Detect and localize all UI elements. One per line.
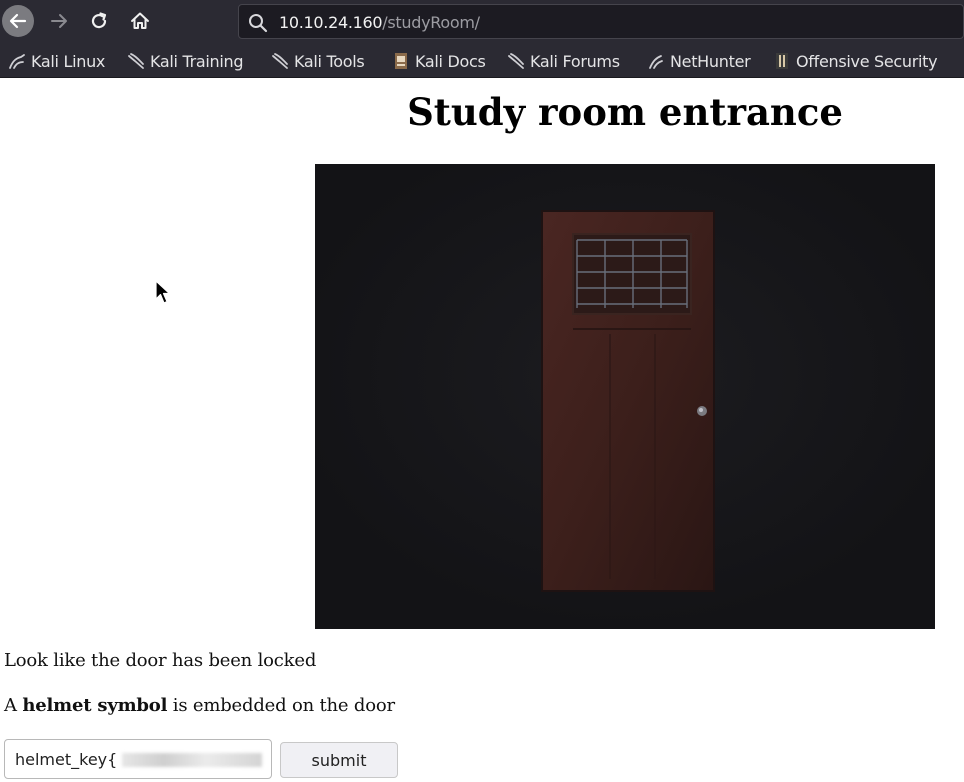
bookmark-kali-docs[interactable]: Kali Docs	[392, 50, 486, 72]
bookmark-label: Kali Linux	[31, 51, 106, 71]
bookmark-kali-training[interactable]: Kali Training	[127, 50, 244, 72]
bookmark-kali-linux[interactable]: Kali Linux	[8, 50, 105, 72]
address-bar[interactable]: 10.10.24.160/studyRoom/	[238, 4, 964, 39]
door-image	[315, 164, 935, 629]
bookmark-label: NetHunter	[670, 51, 751, 71]
bookmark-label: Kali Docs	[415, 51, 486, 71]
kali-dragon-icon	[508, 53, 524, 69]
kali-dragon-icon	[272, 53, 288, 69]
reload-icon	[91, 12, 107, 29]
browser-toolbar: 10.10.24.160/studyRoom/	[0, 0, 964, 44]
page-title: Study room entrance	[407, 90, 843, 134]
submit-button[interactable]: submit	[280, 742, 398, 778]
kali-dragon-icon	[128, 53, 144, 69]
nethunter-icon	[649, 55, 663, 69]
forward-button[interactable]	[43, 5, 75, 37]
helmet-key-value: helmet_key{	[15, 750, 118, 769]
bookmark-kali-forums[interactable]: Kali Forums	[507, 50, 620, 72]
search-icon	[249, 14, 268, 33]
arrow-left-icon	[9, 13, 27, 29]
door-locked-text: Look like the door has been locked	[4, 650, 317, 671]
helmet-symbol-text: A helmet symbol is embedded on the door	[4, 695, 395, 716]
home-button[interactable]	[124, 5, 156, 37]
bookmark-label: Kali Forums	[530, 51, 620, 71]
door-illustration	[315, 164, 935, 629]
url-path: /studyRoom/	[382, 13, 480, 32]
bookmark-nethunter[interactable]: NetHunter	[647, 50, 751, 72]
helmet-text-prefix: A	[4, 695, 23, 716]
bookmark-offensive-security[interactable]: Offensive Security	[773, 50, 938, 72]
back-button[interactable]	[2, 5, 34, 37]
bookmark-label: Kali Training	[150, 51, 244, 71]
bookmarks-bar: Kali Linux Kali Training Kali Tools Kali…	[0, 44, 964, 78]
docs-icon	[395, 53, 407, 69]
helmet-symbol-bold: helmet symbol	[22, 695, 168, 716]
url-text: 10.10.24.160/studyRoom/	[279, 13, 480, 32]
arrow-right-icon	[51, 14, 67, 28]
url-host: 10.10.24.160	[279, 13, 383, 32]
bookmark-label: Offensive Security	[796, 51, 938, 71]
bookmark-kali-tools[interactable]: Kali Tools	[271, 50, 365, 72]
home-icon	[131, 12, 149, 29]
helmet-text-suffix: is embedded on the door	[167, 695, 395, 716]
mouse-cursor-icon	[155, 280, 171, 304]
offsec-icon	[776, 53, 788, 69]
reload-button[interactable]	[83, 5, 115, 37]
bookmark-label: Kali Tools	[294, 51, 365, 71]
redacted-key-blur	[122, 753, 262, 767]
helmet-key-input[interactable]: helmet_key{	[4, 739, 272, 779]
kali-dragon-icon	[9, 54, 25, 69]
